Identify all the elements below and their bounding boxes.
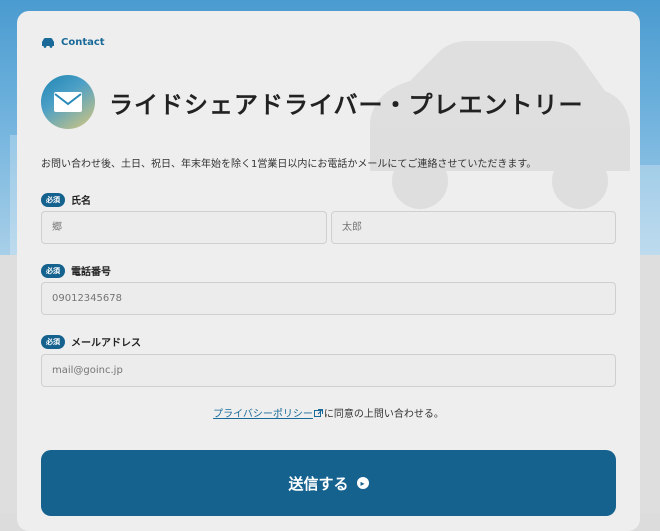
phone-input[interactable] [41,282,616,315]
envelope-icon-badge [41,75,95,129]
submit-button[interactable]: 送信する ▸ [41,450,616,516]
phone-label: 電話番号 [71,267,111,278]
submit-label: 送信する [288,474,349,493]
required-badge: 必須 [41,263,65,278]
name-label: 氏名 [71,196,91,207]
breadcrumb-label[interactable]: Contact [61,37,105,48]
phone-label-row: 必須 電話番号 [41,263,111,278]
name-label-row: 必須 氏名 [41,192,91,207]
page-title: ライドシェアドライバー・プレエントリー [109,90,584,119]
email-input[interactable] [41,354,616,387]
email-label-row: 必須 メールアドレス [41,334,141,349]
first-name-input[interactable] [331,211,616,244]
contact-card: Contact ライドシェアドライバー・プレエントリー お問い合わせ後、土日、祝… [17,11,640,531]
arrow-right-circle-icon: ▸ [356,477,369,489]
car-watermark-icon [370,41,630,209]
breadcrumb: Contact [41,37,105,48]
email-label: メールアドレス [71,338,141,349]
required-badge: 必須 [41,334,65,349]
privacy-consent: プライバシーポリシー に同意の上問い合わせる。 [17,405,640,420]
intro-text: お問い合わせ後、土日、祝日、年末年始を除く1営業日以内にお電話かメールにてご連絡… [41,159,537,170]
car-icon [42,38,54,48]
last-name-input[interactable] [41,211,327,244]
external-link-icon [313,409,323,417]
envelope-icon [54,92,82,112]
privacy-suffix: に同意の上問い合わせる。 [323,409,444,420]
privacy-policy-link[interactable]: プライバシーポリシー [213,409,313,420]
title-row: ライドシェアドライバー・プレエントリー [41,75,584,129]
required-badge: 必須 [41,192,65,207]
